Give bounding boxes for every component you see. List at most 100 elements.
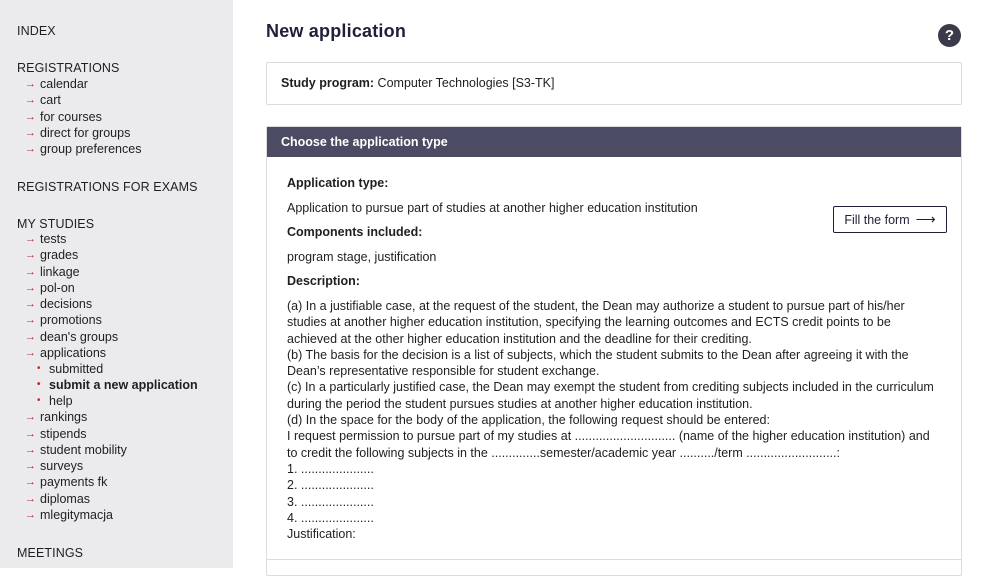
sidebar-item-label: stipends [40,426,87,441]
description-label: Description: [287,274,360,288]
panel-header: Choose the application type [267,127,961,157]
arrow-right-icon: → [25,330,36,343]
sidebar-item-label: pol-on [40,280,75,295]
description-line: (b) The basis for the decision is a list… [287,347,909,362]
applications-submenu: • submitted • submit a new application • help [25,361,198,409]
arrow-right-icon: → [25,126,36,139]
arrow-right-icon: → [25,78,36,91]
sidebar: INDEX REGISTRATIONS → calendar → cart → for c… [0,0,233,568]
submenu-item-label: submit a new application [49,378,198,393]
page-title: New application [266,21,407,41]
sidebar-item-label: grades [40,248,79,263]
arrow-right-icon: → [25,265,36,278]
sidebar-item-rankings[interactable]: → rankings [25,409,198,425]
submenu-item-label: help [49,394,73,409]
sidebar-item-surveys[interactable]: → surveys [25,458,198,474]
study-program-label: Study program: [281,76,375,90]
my-studies-list: → tests → grades → linkage → pol-on → decisions → p… [25,231,198,523]
arrow-right-icon: → [25,411,36,424]
sidebar-item-direct-for-groups[interactable]: → direct for groups [25,125,141,141]
application-type-value: Application to pursue part of studies at… [287,201,698,215]
sidebar-item-tests[interactable]: → tests [25,231,198,247]
description-line: Justification: [287,527,356,542]
sidebar-section-registrations[interactable]: REGISTRATIONS [17,61,119,75]
sidebar-item-label: calendar [40,77,88,92]
fill-the-form-button[interactable]: Fill the form ⟶ [833,206,947,233]
sidebar-item-linkage[interactable]: → linkage [25,264,198,280]
sidebar-item-label: dean's groups [40,329,119,344]
sidebar-item-calendar[interactable]: → calendar [25,76,141,92]
sidebar-item-label: student mobility [40,442,127,457]
description-line: (a) In a justifiable case, at the reques… [287,299,905,313]
sidebar-item-label: diplomas [40,491,91,506]
arrow-right-icon: → [25,476,36,489]
description-line: (c) In a particularly justified case, th… [287,380,934,395]
arrow-right-icon: → [25,94,36,107]
sidebar-item-group-preferences[interactable]: → group preferences [25,141,141,157]
arrow-right-icon: → [25,143,36,156]
arrow-right-icon: → [25,110,36,123]
submenu-item-help[interactable]: • help [37,393,198,409]
sidebar-item-label: rankings [40,410,88,425]
sidebar-item-mlegitymacja[interactable]: → mlegitymacja [25,507,198,523]
sidebar-item-applications[interactable]: → applications [25,345,198,361]
sidebar-item-label: tests [40,232,67,247]
sidebar-item-pol-on[interactable]: → pol-on [25,280,198,296]
study-program-box: Study program: Computer Technologies [S3… [266,62,962,105]
registrations-list: → calendar → cart → for courses → direct for gr… [25,76,141,157]
sidebar-item-decisions[interactable]: → decisions [25,296,198,312]
sidebar-section-meetings[interactable]: MEETINGS [17,546,83,560]
sidebar-item-label: payments fk [40,475,108,490]
arrow-right-icon: → [25,233,36,246]
sidebar-item-diplomas[interactable]: → diplomas [25,491,198,507]
sidebar-item-payments-fk[interactable]: → payments fk [25,474,198,490]
arrow-right-icon: → [25,281,36,294]
arrow-right-icon: → [25,298,36,311]
arrow-right-icon: → [25,249,36,262]
sidebar-item-label: applications [40,345,107,360]
sidebar-index-link[interactable]: INDEX [17,24,56,38]
description-line: during the period the student pursues st… [287,396,753,411]
description-line: achieved at the other higher education i… [287,331,752,346]
components-label: Components included: [287,225,423,239]
arrow-right-icon: ⟶ [915,211,936,227]
fill-the-form-label: Fill the form [844,212,910,227]
sidebar-item-dean-s-groups[interactable]: → dean's groups [25,329,198,345]
arrow-right-icon: → [25,346,36,359]
sidebar-item-for-courses[interactable]: → for courses [25,109,141,125]
description-line: Dean’s representative responsible for st… [287,364,600,379]
sidebar-item-label: linkage [40,264,80,279]
submenu-item-submit-a-new-application[interactable]: • submit a new application [37,377,198,393]
description-line: to credit the following subjects in the … [287,445,840,460]
help-icon[interactable]: ? [938,24,961,47]
sidebar-item-student-mobility[interactable]: → student mobility [25,442,198,458]
arrow-right-icon: → [25,314,36,327]
description-line: 2. ..................... [287,478,374,493]
sidebar-item-grades[interactable]: → grades [25,247,198,263]
arrow-right-icon: → [25,460,36,473]
description-line: 1. ..................... [287,461,374,476]
sidebar-item-promotions[interactable]: → promotions [25,312,198,328]
components-value: program stage, justification [287,250,437,264]
sidebar-item-label: group preferences [40,142,142,157]
sidebar-item-label: for courses [40,109,102,124]
study-program-value: Computer Technologies [S3-TK] [377,76,555,90]
sidebar-item-label: decisions [40,297,93,312]
bullet-icon: • [37,379,41,391]
description-line: studies at another higher education inst… [287,315,891,330]
sidebar-item-label: surveys [40,459,84,474]
arrow-right-icon: → [25,508,36,521]
sidebar-section-my-studies[interactable]: MY STUDIES [17,217,94,231]
sidebar-item-label: mlegitymacja [40,507,113,522]
application-type-label: Application type: [287,176,389,190]
description-line: 4. ..................... [287,510,374,525]
description-line: (d) In the space for the body of the app… [287,413,770,428]
submenu-item-submitted[interactable]: • submitted [37,361,198,377]
description-line: 3. ..................... [287,494,374,509]
sidebar-item-stipends[interactable]: → stipends [25,426,198,442]
bullet-icon: • [37,395,41,407]
sidebar-section-exams[interactable]: REGISTRATIONS FOR EXAMS [17,180,198,194]
bullet-icon: • [37,363,41,375]
submenu-item-label: submitted [49,362,104,377]
sidebar-item-cart[interactable]: → cart [25,92,141,108]
